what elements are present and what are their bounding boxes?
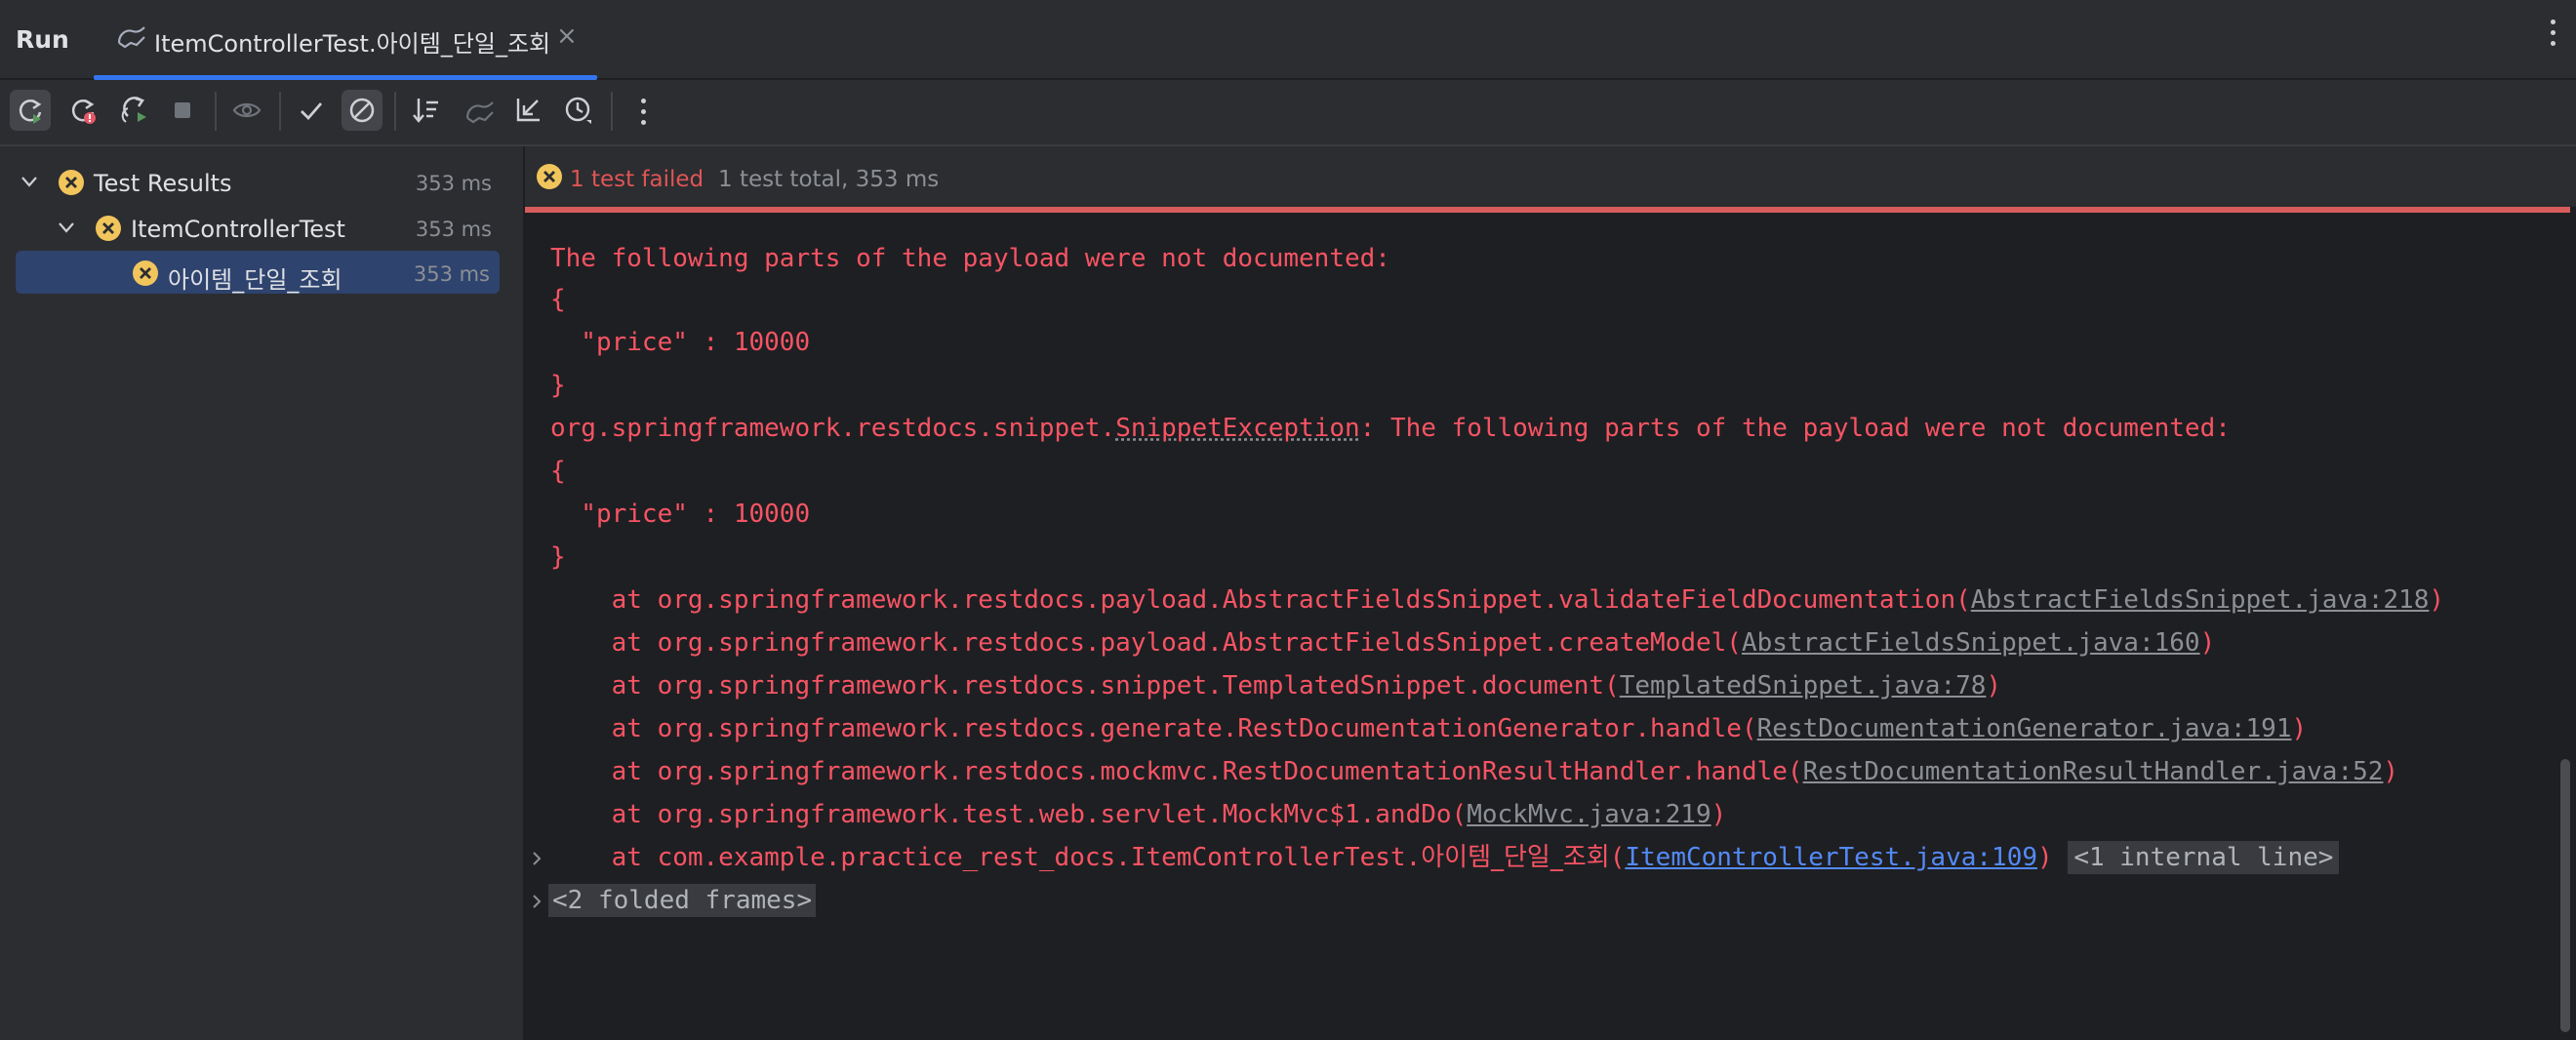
console-line: { xyxy=(550,457,566,486)
console-panel: 1 test failed 1 test total, 353 ms -- Th… xyxy=(525,146,2576,1040)
tree-node-item-single-lookup[interactable]: 아이템_단일_조회 353 ms xyxy=(16,251,500,294)
close-tab-icon[interactable]: × xyxy=(556,21,578,51)
test-toolbar xyxy=(0,80,2576,146)
collapse-icon[interactable] xyxy=(507,90,548,131)
test-failed-icon xyxy=(96,216,121,241)
rerun-icon[interactable] xyxy=(10,90,51,131)
source-link[interactable]: ItemControllerTest.java:109 xyxy=(1625,843,2037,872)
toolbar-separator xyxy=(611,92,613,131)
stack-frame: at org.springframework.restdocs.generate… xyxy=(550,711,2308,746)
console-line-exception: org.springframework.restdocs.snippet.Sni… xyxy=(550,411,2231,446)
test-status-bar: 1 test failed 1 test total, 353 ms xyxy=(525,146,2576,207)
toggle-auto-test-icon[interactable] xyxy=(115,90,156,131)
stack-frame-test: at com.example.practice_rest_docs.ItemCo… xyxy=(550,840,2340,875)
sort-icon[interactable] xyxy=(406,90,447,131)
internal-line-badge[interactable]: <1 internal line> xyxy=(2068,841,2340,874)
stack-frame-text: at org.springframework.restdocs.snippet.… xyxy=(550,671,1620,700)
console-line: The following parts of the payload were … xyxy=(550,244,1390,273)
toolbar-separator xyxy=(394,92,396,131)
stack-frame: at org.springframework.restdocs.mockmvc.… xyxy=(550,754,2398,789)
stack-frame-text: at org.springframework.test.web.servlet.… xyxy=(550,800,1468,829)
console-line: "price" : 10000 xyxy=(550,500,811,529)
show-ignored-icon[interactable] xyxy=(226,90,267,131)
stack-frame: at org.springframework.restdocs.payload.… xyxy=(550,582,2444,618)
test-failed-icon xyxy=(537,164,562,189)
source-link[interactable]: TemplatedSnippet.java:78 xyxy=(1620,671,1987,700)
chevron-right-icon[interactable] xyxy=(529,851,544,866)
rerun-failed-icon[interactable] xyxy=(62,90,103,131)
stack-frame-text: at org.springframework.restdocs.mockmvc.… xyxy=(550,757,1803,786)
stack-frame-paren: ( xyxy=(1609,843,1626,872)
tree-node-label: Test Results xyxy=(94,170,232,197)
stack-frame-end: ) xyxy=(1711,800,1727,829)
source-link[interactable]: AbstractFieldsSnippet.java:160 xyxy=(1742,628,2200,658)
failed-count-text: 1 test failed xyxy=(570,167,704,192)
stack-frame-text: at com.example.practice_rest_docs.ItemCo… xyxy=(550,843,1422,872)
console-line: "price" : 10000 xyxy=(550,328,811,357)
stack-frame-end: ) xyxy=(2199,628,2216,658)
run-tool-window-header: Run ItemControllerTest.아이템_단일_조회 × xyxy=(0,0,2576,80)
exception-message: : The following parts of the payload wer… xyxy=(1359,414,2231,443)
source-link[interactable]: RestDocumentationResultHandler.java:52 xyxy=(1803,757,2384,786)
tree-node-item-controller-test[interactable]: ItemControllerTest 353 ms xyxy=(14,206,502,249)
test-tree: Test Results 353 ms ItemControllerTest 3… xyxy=(0,146,525,1040)
tree-node-duration: 353 ms xyxy=(415,172,492,195)
test-history-icon[interactable] xyxy=(558,90,599,131)
console-cut-line: -- xyxy=(550,213,581,228)
show-ignored-toggle-icon[interactable] xyxy=(342,90,382,131)
stack-frame-end: ) xyxy=(2429,585,2445,615)
tree-node-test-results[interactable]: Test Results 353 ms xyxy=(14,160,502,203)
stop-icon[interactable] xyxy=(162,90,203,131)
source-link[interactable]: RestDocumentationGenerator.java:191 xyxy=(1757,714,2292,743)
console-line: } xyxy=(550,542,566,572)
chevron-down-icon[interactable] xyxy=(20,172,39,191)
console-line: { xyxy=(550,285,566,314)
tree-node-duration: 353 ms xyxy=(413,262,490,286)
run-tab[interactable]: ItemControllerTest.아이템_단일_조회 × xyxy=(94,0,597,80)
console-output[interactable]: -- The following parts of the payload we… xyxy=(525,213,2564,1040)
tree-node-label: 아이템_단일_조회 xyxy=(168,266,342,294)
stack-frame-end: ) xyxy=(2037,843,2053,872)
toolbar-separator xyxy=(215,92,217,131)
console-scrollbar[interactable] xyxy=(2560,759,2570,1032)
source-link[interactable]: MockMvc.java:219 xyxy=(1467,800,1711,829)
exception-package: org.springframework.restdocs.snippet. xyxy=(550,414,1116,443)
stack-frame: at org.springframework.test.web.servlet.… xyxy=(550,797,1727,832)
toolbar-separator xyxy=(279,92,281,131)
stack-frame: at org.springframework.restdocs.payload.… xyxy=(550,625,2216,660)
run-title: Run xyxy=(16,25,69,54)
folded-frames-line: <2 folded frames> xyxy=(548,883,817,918)
stack-frame-text: at org.springframework.restdocs.generate… xyxy=(550,714,1757,743)
more-icon[interactable] xyxy=(623,90,664,135)
stack-frame-text: at org.springframework.restdocs.payload.… xyxy=(550,585,1971,615)
stack-frame-end: ) xyxy=(1986,671,2002,700)
tab-title: ItemControllerTest.아이템_단일_조회 xyxy=(154,30,551,58)
stack-frame-text: at org.springframework.restdocs.payload.… xyxy=(550,628,1742,658)
source-link[interactable]: AbstractFieldsSnippet.java:218 xyxy=(1971,585,2430,615)
chevron-right-icon[interactable] xyxy=(529,894,544,909)
console-line: } xyxy=(550,371,566,400)
test-method-name: 아이템_단일_조회 xyxy=(1421,843,1610,872)
stack-frame-end: ) xyxy=(2291,714,2308,743)
folded-frames-badge[interactable]: <2 folded frames> xyxy=(548,884,817,917)
stack-frame-end: ) xyxy=(2383,757,2399,786)
test-failed-icon xyxy=(59,170,84,195)
show-passed-icon[interactable] xyxy=(291,90,332,131)
history-test-icon[interactable] xyxy=(459,90,500,131)
stack-frame: at org.springframework.restdocs.snippet.… xyxy=(550,668,2001,703)
tree-node-duration: 353 ms xyxy=(415,218,492,241)
more-options-icon[interactable] xyxy=(2541,20,2564,55)
test-run-icon xyxy=(117,26,145,49)
tree-node-label: ItemControllerTest xyxy=(131,216,345,243)
total-count-text: 1 test total, 353 ms xyxy=(718,167,940,192)
test-failed-icon xyxy=(133,260,158,286)
chevron-down-icon[interactable] xyxy=(57,218,76,237)
exception-class[interactable]: SnippetException xyxy=(1115,414,1359,443)
